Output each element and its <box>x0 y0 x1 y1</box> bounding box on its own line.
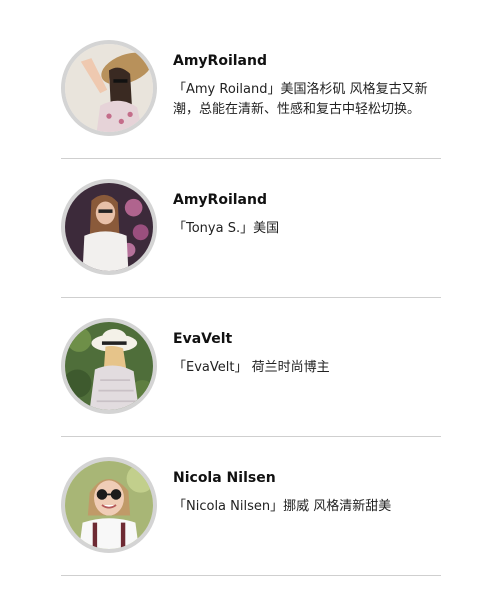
avatar[interactable] <box>61 457 157 553</box>
avatar-photo-icon <box>65 183 153 271</box>
list-item: AmyRoiland 「Tonya S.」美国 <box>61 159 441 298</box>
person-name[interactable]: AmyRoiland <box>173 52 267 70</box>
list-item: AmyRoiland 「Amy Roiland」美国洛杉矶 风格复古又新潮，总能… <box>61 0 441 159</box>
list-item: EvaVelt 「EvaVelt」 荷兰时尚博主 <box>61 298 441 437</box>
list-item: Nicola Nilsen 「Nicola Nilsen」挪威 风格清新甜美 <box>61 437 441 576</box>
avatar[interactable] <box>61 40 157 136</box>
person-description: 「Amy Roiland」美国洛杉矶 风格复古又新潮，总能在清新、性感和复古中轻… <box>173 82 428 117</box>
avatar[interactable] <box>61 179 157 275</box>
person-description: 「EvaVelt」 荷兰时尚博主 <box>173 360 330 375</box>
avatar-photo-icon <box>65 44 153 132</box>
blogger-list: AmyRoiland 「Amy Roiland」美国洛杉矶 风格复古又新潮，总能… <box>61 0 441 576</box>
person-name[interactable]: AmyRoiland <box>173 191 267 209</box>
avatar[interactable] <box>61 318 157 414</box>
avatar-photo-icon <box>65 461 153 549</box>
person-description: 「Tonya S.」美国 <box>173 221 280 236</box>
avatar-photo-icon <box>65 322 153 410</box>
person-name[interactable]: EvaVelt <box>173 330 232 348</box>
person-description: 「Nicola Nilsen」挪威 风格清新甜美 <box>173 499 392 514</box>
person-name[interactable]: Nicola Nilsen <box>173 469 276 487</box>
